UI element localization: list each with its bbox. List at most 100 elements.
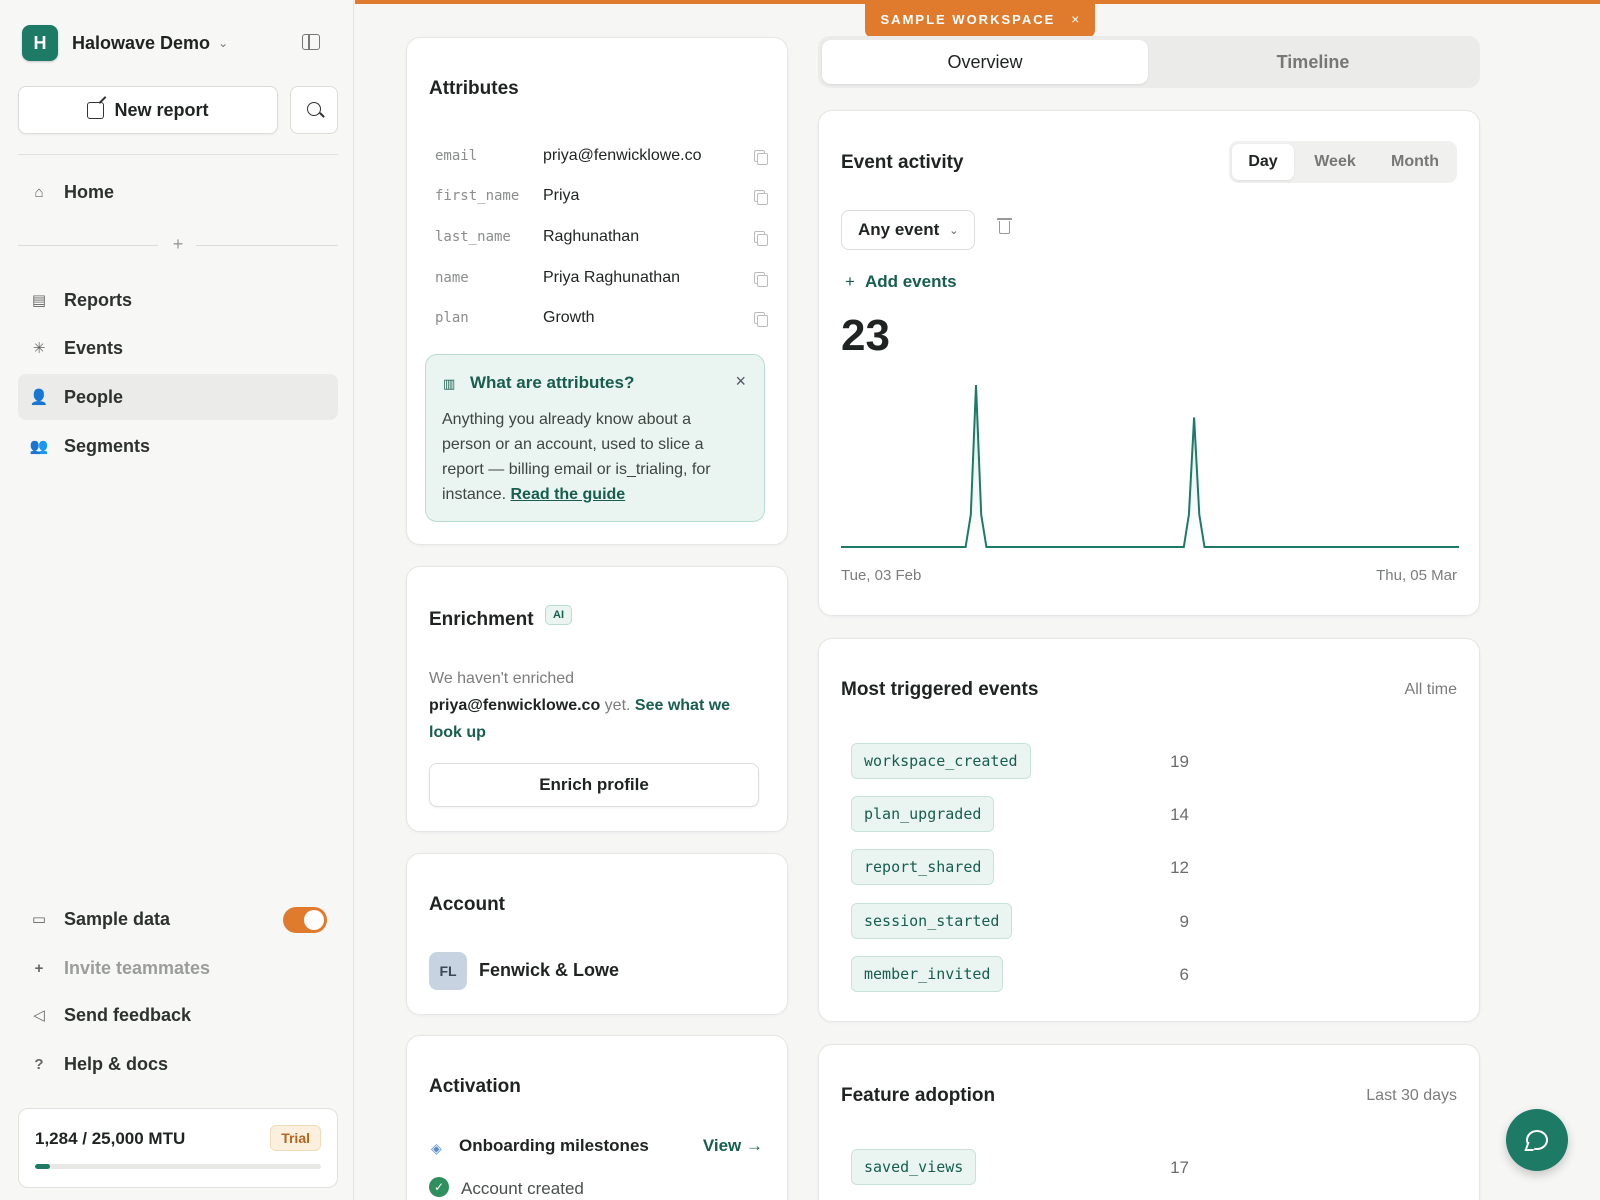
feature-count: 17 — [1170, 1158, 1189, 1177]
attribute-row: first_name Priya — [435, 182, 768, 210]
event-name-pill[interactable]: plan_upgraded — [851, 796, 995, 832]
close-icon[interactable]: × — [1071, 11, 1079, 27]
workspace-name: Halowave Demo — [72, 32, 211, 53]
info-title: What are attributes? — [470, 373, 635, 392]
tab-timeline[interactable]: Timeline — [1150, 40, 1476, 84]
sidebar-item-label: Send feedback — [64, 1004, 192, 1025]
chevron-down-icon: ⌄ — [218, 36, 229, 50]
sidebar-item-invite[interactable]: + Invite teammates — [18, 945, 338, 991]
book-icon: ▥ — [443, 376, 456, 391]
copy-icon[interactable] — [754, 190, 768, 205]
add-events-button[interactable]: + Add events — [845, 272, 957, 292]
sidebar-divider — [18, 154, 338, 155]
copy-icon[interactable] — [754, 272, 768, 287]
sidebar-item-people[interactable]: 👤 People — [18, 374, 338, 420]
sidebar-item-home[interactable]: ⌂ Home — [18, 169, 338, 215]
most-triggered-events-card: Most triggered events All time workspace… — [818, 638, 1480, 1022]
plus-icon: + — [34, 959, 44, 977]
period-month[interactable]: Month — [1375, 144, 1455, 180]
period-week[interactable]: Week — [1299, 144, 1371, 180]
edit-icon — [87, 101, 105, 119]
enrichment-suffix: yet. — [604, 697, 631, 714]
trash-icon[interactable] — [997, 218, 1012, 234]
tab-overview[interactable]: Overview — [822, 40, 1148, 84]
card-title: Most triggered events — [841, 679, 1039, 700]
database-icon: ▭ — [31, 911, 47, 928]
sparkle-icon: ✳ — [32, 340, 46, 357]
sidebar-collapse-icon[interactable] — [302, 34, 320, 50]
account-name[interactable]: Fenwick & Lowe — [479, 960, 619, 981]
people-group-icon: 👥 — [29, 438, 49, 455]
workspace-switcher[interactable]: H Halowave Demo ⌄ — [22, 25, 228, 61]
feature-name-pill[interactable]: saved_views — [851, 1149, 977, 1185]
attribute-value: Priya Raghunathan — [543, 269, 680, 286]
read-guide-link[interactable]: Read the guide — [511, 486, 626, 503]
event-name-pill[interactable]: workspace_created — [851, 743, 1031, 779]
event-count: 6 — [1179, 965, 1189, 984]
profile-tabs: Overview Timeline — [818, 36, 1480, 88]
card-title: Event activity — [841, 152, 964, 173]
attribute-row: name Priya Raghunathan — [435, 264, 768, 292]
sample-data-toggle[interactable] — [283, 907, 327, 933]
mtu-progress-fill — [35, 1164, 50, 1169]
attributes-info-callout: ▥ What are attributes? × Anything you al… — [425, 354, 765, 522]
workspace-logo: H — [22, 25, 58, 61]
view-milestones-link[interactable]: View → — [703, 1136, 763, 1156]
attributes-card: Attributes email priya@fenwicklowe.co fi… — [406, 37, 788, 545]
event-name-pill[interactable]: member_invited — [851, 956, 1004, 992]
period-day[interactable]: Day — [1232, 144, 1294, 180]
event-count: 19 — [1170, 752, 1189, 771]
view-link-label: View — [702, 1136, 742, 1155]
attribute-key: last_name — [435, 229, 511, 245]
card-title: Enrichment — [429, 609, 534, 630]
mtu-usage-card[interactable]: 1,284 / 25,000 MTU Trial — [18, 1108, 338, 1188]
add-section-separator: + — [18, 234, 338, 256]
chevron-down-icon: ⌄ — [949, 224, 959, 237]
diamond-icon: ◈ — [431, 1140, 442, 1156]
enrich-profile-button[interactable]: Enrich profile — [429, 763, 759, 807]
attribute-key: plan — [435, 310, 469, 326]
copy-icon[interactable] — [754, 312, 768, 327]
chat-support-button[interactable] — [1506, 1109, 1568, 1171]
attribute-key: email — [435, 148, 478, 164]
sidebar-item-reports[interactable]: ▤ Reports — [18, 277, 338, 323]
event-name-pill[interactable]: session_started — [851, 903, 1013, 939]
event-name-pill[interactable]: report_shared — [851, 849, 995, 885]
card-title: Feature adoption — [841, 1085, 996, 1106]
event-activity-chart — [841, 384, 1459, 548]
sample-workspace-banner: SAMPLE WORKSPACE × — [865, 0, 1095, 38]
chart-series-line — [841, 384, 1459, 548]
sidebar-item-events[interactable]: ✳ Events — [18, 325, 338, 371]
megaphone-icon: ◁ — [33, 1007, 45, 1024]
event-count: 14 — [1170, 805, 1189, 824]
copy-icon[interactable] — [754, 231, 768, 246]
sidebar-item-feedback[interactable]: ◁ Send feedback — [18, 992, 338, 1038]
sidebar-item-help[interactable]: ? Help & docs — [18, 1041, 338, 1087]
card-title: Activation — [429, 1076, 521, 1097]
search-button[interactable] — [290, 86, 338, 134]
chat-icon — [1526, 1130, 1548, 1150]
event-activity-card: Event activity Day Week Month Any event … — [818, 110, 1480, 616]
plus-icon: + — [845, 272, 855, 291]
enrichment-card: Enrichment AI We haven't enriched priya@… — [406, 566, 788, 832]
attribute-value: Priya — [543, 187, 580, 204]
attribute-value: Growth — [543, 309, 595, 326]
ai-badge: AI — [545, 605, 572, 625]
attribute-value: priya@fenwicklowe.co — [543, 147, 702, 164]
new-report-button[interactable]: New report — [18, 86, 278, 134]
mtu-usage-text: 1,284 / 25,000 MTU — [35, 1129, 186, 1148]
search-icon — [307, 102, 321, 116]
plus-icon[interactable]: + — [168, 234, 188, 255]
person-icon: 👤 — [29, 389, 49, 406]
sidebar-item-label: People — [64, 386, 124, 407]
card-title: Account — [429, 894, 505, 915]
event-count: 12 — [1170, 858, 1189, 877]
arrow-right-icon: → — [746, 1136, 763, 1155]
home-icon: ⌂ — [34, 183, 44, 201]
copy-icon[interactable] — [754, 150, 768, 165]
sidebar-item-label: Reports — [64, 289, 133, 310]
chart-x-start-label: Tue, 03 Feb — [841, 567, 922, 584]
sidebar-item-segments[interactable]: 👥 Segments — [18, 423, 338, 469]
close-icon[interactable]: × — [735, 371, 746, 392]
event-filter-dropdown[interactable]: Any event ⌄ — [841, 210, 975, 250]
